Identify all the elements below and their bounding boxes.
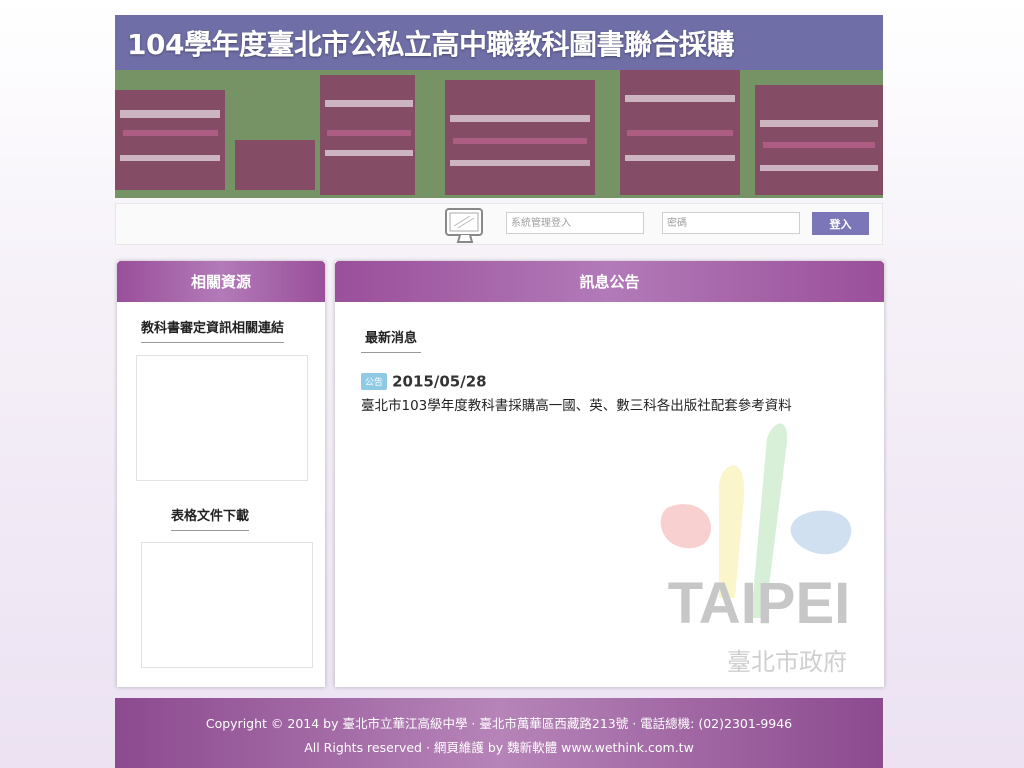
page-footer: Copyright © 2014 by 臺北市立華江高級中學 · 臺北市萬華區西… <box>115 698 883 768</box>
login-bar: 登入 <box>115 203 883 245</box>
page-title: 104學年度臺北市公私立高中職教科圖書聯合採購 <box>127 28 734 61</box>
downloads-title: 表格文件下載 <box>171 505 250 531</box>
textbook-links-title: 教科書審定資訊相關連結 <box>141 317 285 343</box>
downloads-box <box>141 542 313 668</box>
taipei-logo: TAIPEI 臺北市政府 <box>660 423 852 676</box>
password-field[interactable] <box>662 212 800 234</box>
news-title-link[interactable]: 臺北市103學年度教科書採購高一國、英、數三科各出版社配套參考資料 <box>361 394 871 414</box>
header-banner: 104學年度臺北市公私立高中職教科圖書聯合採購 <box>115 15 883 198</box>
computer-icon <box>445 208 483 243</box>
login-button[interactable]: 登入 <box>812 212 869 235</box>
footer-copyright: Copyright © 2014 by 臺北市立華江高級中學 · 臺北市萬華區西… <box>205 716 793 731</box>
textbook-links-box <box>136 355 308 481</box>
resources-heading: 相關資源 <box>117 261 325 302</box>
tab-latest-news[interactable]: 最新消息 <box>361 327 422 353</box>
announcements-heading: 訊息公告 <box>335 261 884 302</box>
logo-word: TAIPEI <box>668 571 851 636</box>
news-item[interactable]: 公告 2015/05/28 臺北市103學年度教科書採購高一國、英、數三科各出版… <box>361 371 871 414</box>
footer-credits: All Rights reserved · 網頁維護 by 魏新軟體 www.w… <box>304 740 694 755</box>
banner-photo <box>115 70 883 198</box>
logo-subtitle: 臺北市政府 <box>727 648 847 676</box>
announcement-badge: 公告 <box>361 373 388 390</box>
username-field[interactable] <box>506 212 644 234</box>
resources-panel: 相關資源 教科書審定資訊相關連結 表格文件下載 <box>117 261 325 687</box>
news-date: 2015/05/28 <box>392 372 487 391</box>
announcements-panel: 訊息公告 最新消息 TAIPEI 臺北市政府 公告 2015/05/28 臺北市… <box>335 261 884 687</box>
crowd-image <box>115 70 883 198</box>
